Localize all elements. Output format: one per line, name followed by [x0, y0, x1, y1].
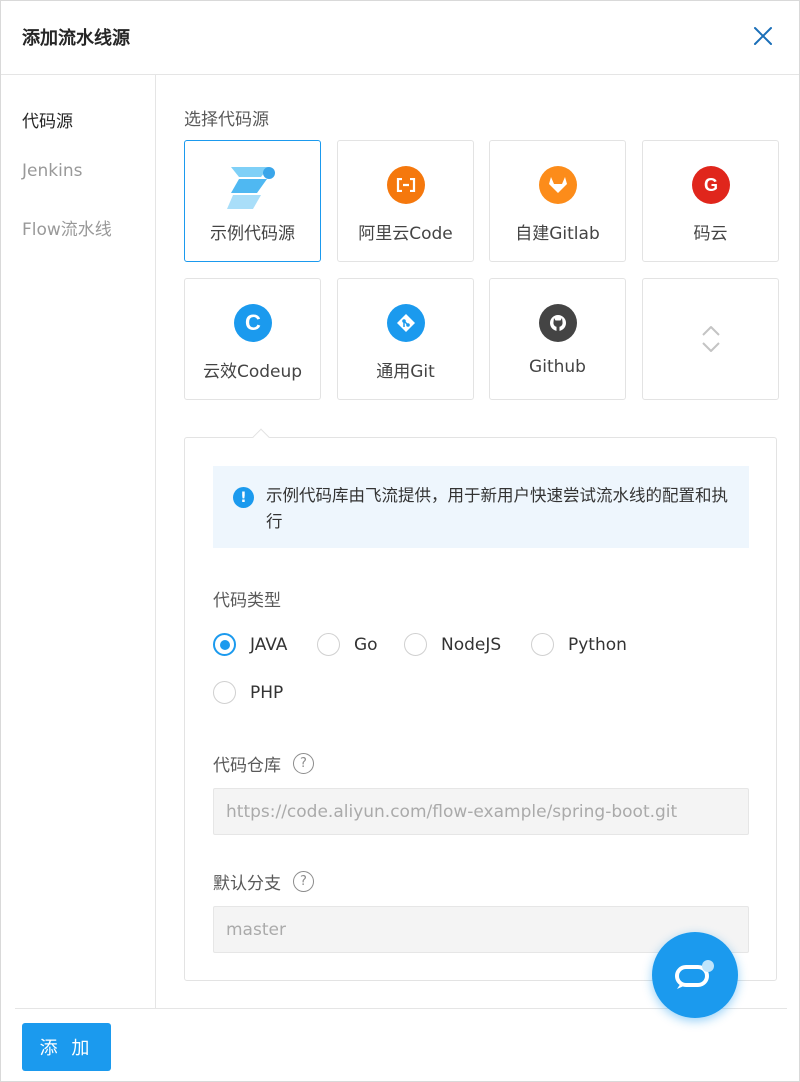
dialog-title: 添加流水线源: [22, 28, 130, 49]
source-card-label: 码云: [693, 224, 728, 244]
radio-label: NodeJS: [441, 634, 502, 655]
panel-caret: [252, 428, 270, 446]
help-icon[interactable]: ?: [293, 871, 314, 892]
source-card-label: 示例代码源: [210, 224, 295, 244]
chat-support-button[interactable]: [652, 932, 738, 1018]
source-card-label: 通用Git: [376, 362, 435, 382]
radio-unchecked-icon: [213, 681, 236, 704]
radio-checked-icon: [213, 633, 236, 656]
radio-label: Python: [568, 634, 627, 655]
radio-unchecked-icon: [404, 633, 427, 656]
flow-logo-icon: [225, 163, 281, 211]
code-type-label: 代码类型: [213, 586, 281, 611]
radio-label: JAVA: [250, 634, 288, 655]
close-icon[interactable]: [750, 23, 776, 49]
radio-unchecked-icon: [317, 633, 340, 656]
dialog-header: 添加流水线源: [1, 1, 799, 75]
source-card-codeup[interactable]: C 云效Codeup: [184, 278, 321, 400]
repo-url-input[interactable]: https://code.aliyun.com/flow-example/spr…: [213, 788, 749, 835]
codeup-icon: C: [234, 304, 272, 342]
radio-python[interactable]: Python: [531, 633, 627, 656]
radio-label: Go: [354, 634, 378, 655]
radio-go[interactable]: Go: [317, 633, 378, 656]
radio-unchecked-icon: [531, 633, 554, 656]
sidebar-item-jenkins[interactable]: Jenkins: [22, 161, 82, 181]
info-notice: ! 示例代码库由飞流提供，用于新用户快速尝试流水线的配置和执行: [213, 466, 749, 548]
radio-label: PHP: [250, 682, 284, 703]
radio-php[interactable]: PHP: [213, 681, 283, 704]
repo-label-text: 代码仓库: [213, 756, 281, 776]
source-card-label: 云效Codeup: [202, 362, 303, 382]
source-card-aliyun-code[interactable]: 阿里云Code: [337, 140, 474, 262]
branch-label: 默认分支 ?: [213, 869, 314, 894]
sidebar-item-code-source[interactable]: 代码源: [22, 107, 73, 132]
add-button[interactable]: 添 加: [22, 1023, 111, 1071]
gitee-icon: G: [692, 166, 730, 204]
source-card-label: 阿里云Code: [358, 224, 453, 244]
repo-label: 代码仓库 ?: [213, 751, 314, 776]
info-icon: !: [233, 487, 254, 508]
sidebar: 代码源 Jenkins Flow流水线: [1, 75, 156, 1008]
source-card-gitee[interactable]: G 码云: [642, 140, 779, 262]
source-card-expand[interactable]: [642, 278, 779, 400]
source-card-git[interactable]: 通用Git: [337, 278, 474, 400]
radio-java[interactable]: JAVA: [213, 633, 287, 656]
radio-nodejs[interactable]: NodeJS: [404, 633, 501, 656]
aliyun-icon: [387, 166, 425, 204]
info-text: 示例代码库由飞流提供，用于新用户快速尝试流水线的配置和执行: [266, 486, 728, 531]
source-card-label: 自建Gitlab: [515, 224, 600, 244]
gitlab-icon: [539, 166, 577, 204]
source-card-example[interactable]: 示例代码源: [184, 140, 321, 262]
source-detail-panel: ! 示例代码库由飞流提供，用于新用户快速尝试流水线的配置和执行 代码类型 JAV…: [184, 428, 777, 981]
source-card-github[interactable]: Github: [489, 278, 626, 400]
git-icon: [387, 304, 425, 342]
add-pipeline-source-dialog: 添加流水线源 代码源 Jenkins Flow流水线 选择代码源 示例代码源 阿…: [0, 0, 800, 1082]
code-type-label-text: 代码类型: [213, 591, 281, 611]
sidebar-item-flow-pipeline[interactable]: Flow流水线: [22, 215, 112, 240]
github-icon: [539, 304, 577, 342]
main-content: 选择代码源 示例代码源 阿里云Code 自建Gitlab G 码云 C 云效Co…: [157, 75, 799, 1008]
chat-icon: [675, 960, 714, 989]
section-label: 选择代码源: [184, 110, 269, 130]
source-card-gitlab[interactable]: 自建Gitlab: [489, 140, 626, 262]
expand-icon: [699, 324, 723, 354]
source-card-label: Github: [529, 357, 586, 377]
branch-label-text: 默认分支: [213, 874, 281, 894]
help-icon[interactable]: ?: [293, 753, 314, 774]
